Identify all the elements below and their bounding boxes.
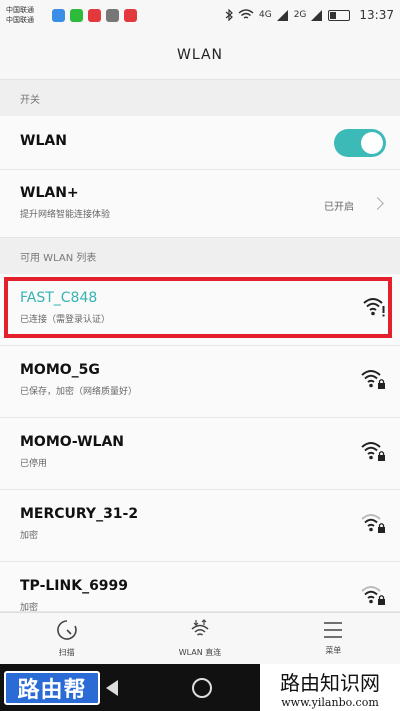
wifi-lock-icon	[361, 586, 385, 605]
network-type-4g: 4G	[259, 10, 272, 20]
home-icon[interactable]	[192, 677, 212, 698]
section-label: 开关	[20, 94, 40, 106]
wlan-toggle-row[interactable]: WLAN	[0, 116, 400, 170]
wifi-alert-icon	[363, 298, 385, 317]
system-nav-bar: 路由帮 路由知识网 www.yilanbo.com	[0, 664, 400, 711]
nav-label: 扫描	[58, 648, 75, 657]
battery-icon	[328, 9, 351, 21]
refresh-icon	[56, 620, 77, 640]
wlan-plus-row[interactable]: WLAN+ 提升网络智能连接体验 已开启	[0, 170, 400, 238]
page-title: WLAN	[176, 46, 223, 63]
mail-icon	[52, 8, 65, 22]
network-status: 加密	[20, 603, 39, 612]
bottom-nav: 扫描 WLAN 直连 菜单	[0, 612, 400, 664]
network-item[interactable]: FAST_C848 已连接（需登录认证）	[0, 274, 400, 346]
wlan-direct-button[interactable]: WLAN 直连	[133, 613, 266, 664]
nav-label: 菜单	[325, 646, 342, 655]
status-bar: 中国联通 中国联通 4G 2G 13:37	[0, 0, 400, 30]
clock: 13:37	[359, 8, 394, 22]
watermark-title: 路由知识网	[280, 670, 380, 695]
wifi-lock-icon	[361, 370, 385, 389]
network-name: FAST_C848	[20, 290, 98, 306]
network-name: MOMO-WLAN	[20, 434, 125, 450]
network-status: 已保存，加密（网络质量好）	[20, 387, 138, 397]
weibo-icon	[124, 8, 137, 22]
app-bar: WLAN	[0, 30, 400, 80]
network-type-2g: 2G	[293, 10, 307, 20]
network-item[interactable]: MOMO_5G 已保存，加密（网络质量好）	[0, 346, 400, 418]
signal-icon	[311, 9, 323, 21]
watermark-logo: 路由帮	[4, 670, 100, 705]
nav-label: WLAN 直连	[178, 648, 222, 657]
carrier-info: 中国联通 中国联通	[6, 5, 50, 25]
wifi-status-icon	[238, 9, 254, 19]
menu-icon	[324, 622, 343, 638]
wifi-lock-icon	[361, 442, 385, 461]
menu-button[interactable]: 菜单	[267, 613, 400, 664]
watermark-url: www.yilanbo.com	[281, 695, 379, 709]
watermark: 路由知识网 www.yilanbo.com	[260, 664, 400, 711]
signal-icon	[276, 9, 288, 21]
wifi-lock-icon	[361, 514, 385, 533]
bluetooth-icon	[225, 9, 233, 21]
carrier-label: 中国联通	[6, 6, 34, 14]
section-header-available: 可用 WLAN 列表	[0, 238, 400, 274]
network-status: 已停用	[20, 459, 48, 469]
network-status: 已连接（需登录认证）	[20, 315, 111, 325]
section-header-switch: 开关	[0, 80, 400, 116]
network-item[interactable]: TP-LINK_6999 加密	[0, 562, 400, 612]
scan-button[interactable]: 扫描	[0, 613, 133, 664]
carrier-label: 中国联通	[6, 16, 34, 24]
network-name: MERCURY_31-2	[20, 506, 139, 522]
network-name: TP-LINK_6999	[20, 578, 129, 594]
wlan-plus-status: 已开启	[324, 202, 354, 213]
weibo-icon	[88, 8, 101, 22]
section-label: 可用 WLAN 列表	[20, 252, 97, 264]
back-icon[interactable]	[106, 679, 118, 696]
wechat-icon	[70, 8, 83, 22]
network-status: 加密	[20, 531, 39, 541]
system-status: 4G 2G 13:37	[225, 8, 394, 22]
notification-icons	[52, 8, 137, 22]
network-item[interactable]: MOMO-WLAN 已停用	[0, 418, 400, 490]
wifi-direct-icon	[191, 619, 209, 636]
network-name: MOMO_5G	[20, 362, 100, 378]
network-item[interactable]: MERCURY_31-2 加密	[0, 490, 400, 562]
image-icon	[106, 8, 119, 22]
wlan-toggle-switch[interactable]	[334, 129, 386, 157]
